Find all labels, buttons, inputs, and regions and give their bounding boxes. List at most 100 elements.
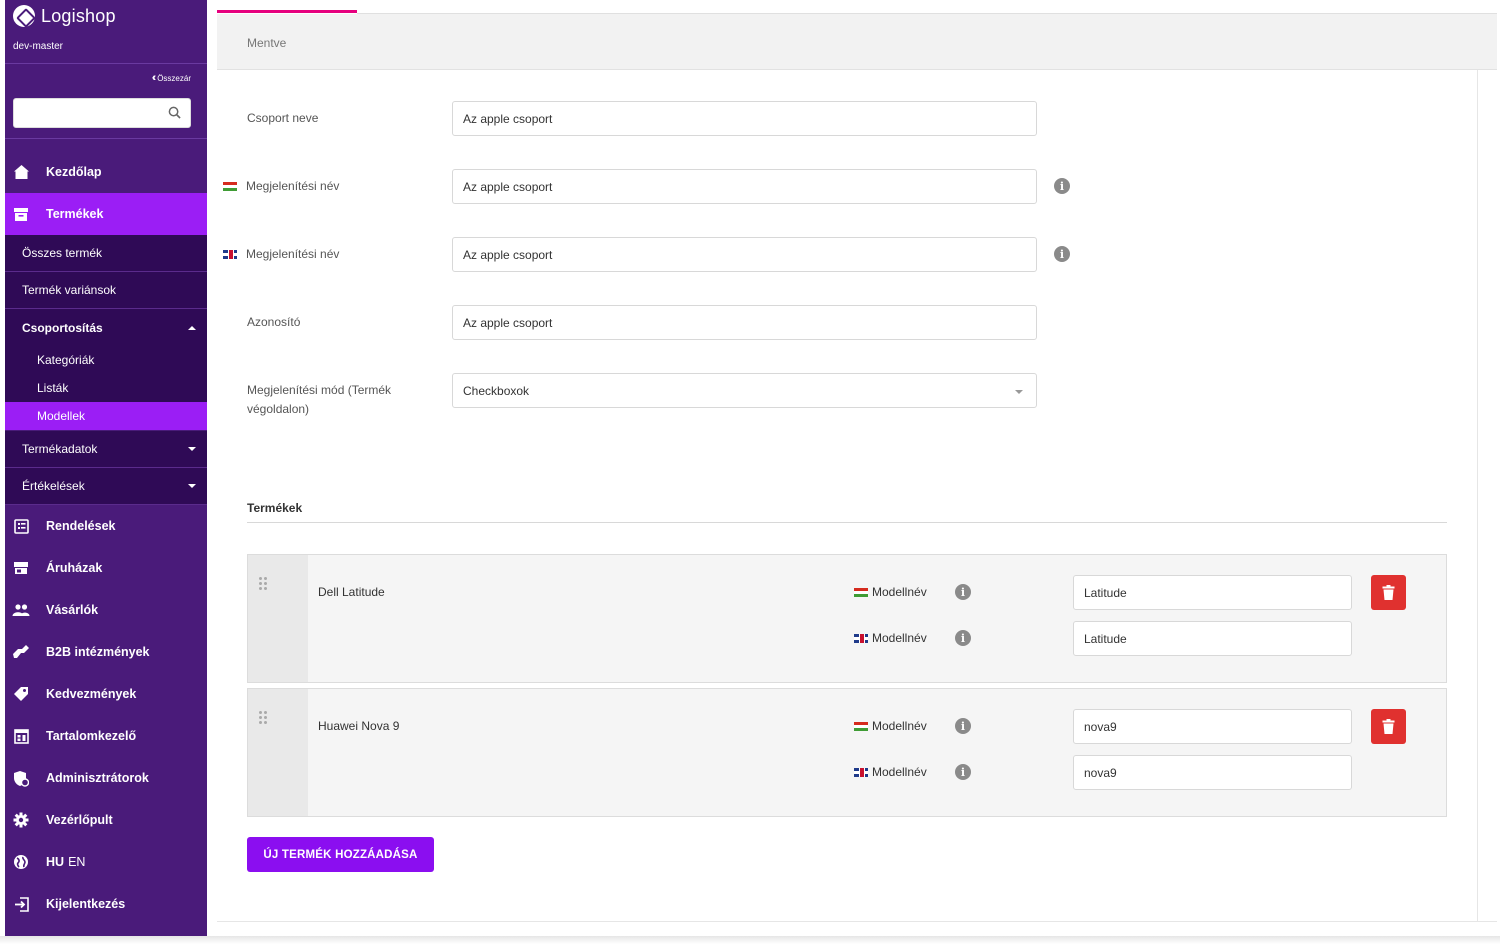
nav-item-b2b[interactable]: B2B intézmények xyxy=(5,631,207,673)
nav-item-discounts[interactable]: Kedvezmények xyxy=(5,673,207,715)
calendar-layout-icon xyxy=(12,727,30,745)
products-section-title: Termékek xyxy=(247,501,303,515)
storefront-icon xyxy=(12,559,30,577)
trash-icon xyxy=(1382,719,1395,734)
nav-label: Kedvezmények xyxy=(46,687,137,701)
panel-border xyxy=(1477,70,1478,922)
nav-item-admins[interactable]: Adminisztrátorok xyxy=(5,757,207,799)
model-name-en-label: Modellnév xyxy=(854,765,927,779)
search-input[interactable] xyxy=(13,98,191,128)
double-chevron-left-icon: ‹‹ xyxy=(151,72,157,84)
info-icon[interactable]: i xyxy=(1054,178,1070,194)
nav-label: Kezdőlap xyxy=(46,165,102,179)
model-name-hu-label: Modellnév xyxy=(854,585,927,599)
hungarian-flag-icon xyxy=(854,587,868,597)
section-divider xyxy=(247,522,1447,523)
display-name-label-text: Megjelenítési név xyxy=(246,179,340,193)
panel-border xyxy=(217,921,1497,922)
nav-label: Termékek xyxy=(46,207,104,221)
sidebar-item-models[interactable]: Modellek xyxy=(5,402,207,430)
sidebar-item-all-products[interactable]: Összes termék xyxy=(5,235,207,272)
search-icon xyxy=(168,106,181,119)
display-mode-label: Megjelenítési mód (Termék végoldalon) xyxy=(247,383,392,416)
display-name-label-text: Megjelenítési név xyxy=(246,247,340,261)
hungarian-flag-icon xyxy=(223,182,237,192)
nav-label: Összes termék xyxy=(22,246,103,260)
model-name-en-input[interactable]: nova9 xyxy=(1073,755,1352,790)
sidebar-item-product-variants[interactable]: Termék variánsok xyxy=(5,272,207,309)
nav-label: Áruházak xyxy=(46,561,103,575)
environment-label: dev-master xyxy=(13,41,64,52)
nav-item-products[interactable]: Termékek xyxy=(5,193,207,235)
divider xyxy=(5,138,207,139)
caret-up-icon xyxy=(188,325,196,330)
display-mode-value: Checkboxok xyxy=(463,383,530,398)
trash-icon xyxy=(1382,585,1395,600)
nav-label: Listák xyxy=(37,381,69,395)
caret-down-icon xyxy=(188,484,196,488)
drag-handle[interactable] xyxy=(248,689,308,816)
globe-icon xyxy=(12,853,30,871)
app-name: Logishop xyxy=(41,5,116,26)
hungarian-flag-icon xyxy=(854,721,868,731)
sidebar-item-categories[interactable]: Kategóriák xyxy=(5,346,207,374)
display-name-hu-input[interactable]: Az apple csoport xyxy=(452,169,1037,204)
model-label-text: Modellnév xyxy=(872,631,927,645)
nav-label: Értékelések xyxy=(22,479,85,493)
delete-button[interactable] xyxy=(1371,575,1406,610)
info-icon[interactable]: i xyxy=(955,630,971,646)
uk-flag-icon xyxy=(854,633,868,643)
product-name: Huawei Nova 9 xyxy=(318,719,400,733)
nav-label: Tartalomkezelő xyxy=(46,729,137,743)
shield-user-icon xyxy=(12,769,30,787)
home-icon xyxy=(12,163,30,181)
lang-en-option[interactable]: EN xyxy=(68,855,85,869)
info-icon[interactable]: i xyxy=(955,584,971,600)
nav-item-home[interactable]: Kezdőlap xyxy=(5,151,207,193)
nav-label: Kijelentkezés xyxy=(46,897,126,911)
nav-item-cms[interactable]: Tartalomkezelő xyxy=(5,715,207,757)
info-icon[interactable]: i xyxy=(1054,246,1070,262)
save-status-text: Mentve xyxy=(247,36,287,50)
model-label-text: Modellnév xyxy=(872,765,927,779)
brand[interactable]: Logishop xyxy=(13,5,116,27)
nav-item-stores[interactable]: Áruházak xyxy=(5,547,207,589)
product-name: Dell Latitude xyxy=(318,585,385,599)
chevron-down-icon xyxy=(1015,390,1023,394)
group-name-input[interactable]: Az apple csoport xyxy=(452,101,1037,136)
delete-button[interactable] xyxy=(1371,709,1406,744)
model-name-en-input[interactable]: Latitude xyxy=(1073,621,1352,656)
nav-label: Csoportosítás xyxy=(22,320,103,335)
sidebar-item-ratings[interactable]: Értékelések xyxy=(5,468,207,505)
nav-item-language[interactable]: HU EN xyxy=(5,841,207,883)
sidebar-item-grouping[interactable]: Csoportosítás xyxy=(5,309,207,346)
display-name-hu-label: Megjelenítési név xyxy=(223,177,339,196)
model-label-text: Modellnév xyxy=(872,585,927,599)
nav-item-customers[interactable]: Vásárlók xyxy=(5,589,207,631)
nav-item-dashboard[interactable]: Vezérlőpult xyxy=(5,799,207,841)
display-mode-select[interactable]: Checkboxok xyxy=(452,373,1037,408)
nav-item-logout[interactable]: Kijelentkezés xyxy=(5,883,207,925)
nav-label: Rendelések xyxy=(46,519,116,533)
drag-dots-icon xyxy=(259,711,269,725)
collapse-button[interactable]: ‹‹ Összezár xyxy=(152,72,191,84)
model-name-hu-input[interactable]: Latitude xyxy=(1073,575,1352,610)
info-icon[interactable]: i xyxy=(955,718,971,734)
sidebar-item-lists[interactable]: Listák xyxy=(5,374,207,402)
identifier-label: Azonosító xyxy=(247,315,301,329)
nav-label: Vezérlőpult xyxy=(46,813,113,827)
sidebar-item-product-data[interactable]: Termékadatok xyxy=(5,431,207,468)
add-product-button[interactable]: ÚJ TERMÉK HOZZÁADÁSA xyxy=(247,837,434,872)
collapse-label: Összezár xyxy=(157,73,191,83)
nav-item-orders[interactable]: Rendelések xyxy=(5,505,207,547)
tag-icon xyxy=(12,685,30,703)
nav-label: Kategóriák xyxy=(37,353,95,367)
lang-hu-option[interactable]: HU xyxy=(46,855,64,869)
info-icon[interactable]: i xyxy=(955,764,971,780)
identifier-input[interactable]: Az apple csoport xyxy=(452,305,1037,340)
model-name-hu-input[interactable]: nova9 xyxy=(1073,709,1352,744)
display-name-en-input[interactable]: Az apple csoport xyxy=(452,237,1037,272)
archive-box-icon xyxy=(12,205,30,223)
page-bottom-shadow xyxy=(0,936,1500,944)
drag-handle[interactable] xyxy=(248,555,308,682)
